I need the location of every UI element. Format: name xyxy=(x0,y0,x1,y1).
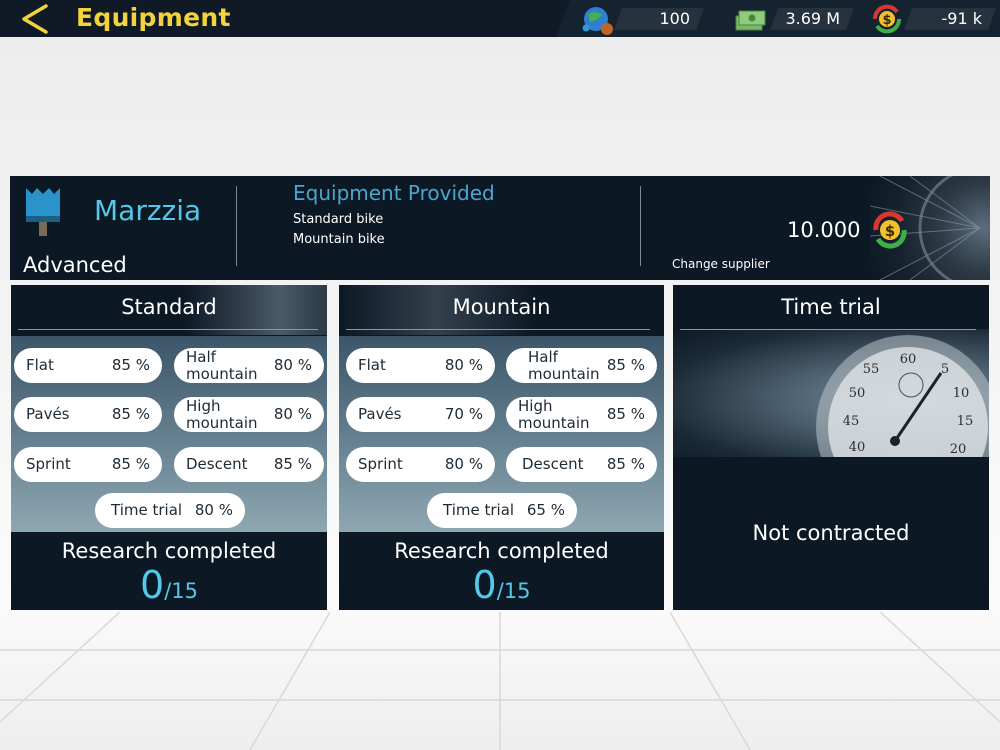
stat-paves: Pavés 70 % xyxy=(346,397,495,432)
supplier-name: Marzzia xyxy=(94,194,202,227)
equipment-provided-title: Equipment Provided xyxy=(293,181,495,205)
stat-sprint: Sprint 80 % xyxy=(346,447,495,482)
contract-status: Not contracted xyxy=(752,521,910,545)
stats-area: Flat 80 % Half mountain 85 % Pavés 70 % High… xyxy=(339,336,664,532)
supplier-cost: 10.000 xyxy=(787,218,861,242)
mountain-bike-card[interactable]: Mountain Flat 80 % Half mountain 85 % Pavés… xyxy=(339,285,664,610)
floor-background xyxy=(0,612,1000,750)
svg-text:10: 10 xyxy=(953,386,970,401)
svg-text:$: $ xyxy=(882,13,891,28)
stat-half-mountain: Half mountain 80 % xyxy=(174,348,324,383)
stat-high-mountain: High mountain 80 % xyxy=(174,397,324,432)
svg-text:55: 55 xyxy=(863,362,880,377)
divider xyxy=(18,329,318,330)
divider xyxy=(346,329,650,330)
globe-icon xyxy=(580,2,614,36)
card-title: Mountain xyxy=(452,295,551,319)
stopwatch-photo: 60 5 10 15 20 55 50 45 40 xyxy=(673,329,989,519)
card-title: Time trial xyxy=(781,295,881,319)
time-trial-bike-card[interactable]: 60 5 10 15 20 55 50 45 40 Time trial Not contr… xyxy=(673,285,989,610)
change-supplier-button[interactable]: $ xyxy=(870,210,910,250)
supplier-level: Advanced xyxy=(23,253,127,277)
equipment-item: Mountain bike xyxy=(293,232,385,247)
stat-descent: Descent 85 % xyxy=(506,447,657,482)
stat-high-mountain: High mountain 85 % xyxy=(506,397,657,432)
svg-text:45: 45 xyxy=(843,414,860,429)
svg-text:5: 5 xyxy=(941,362,949,377)
stat-time-trial: Time trial 80 % xyxy=(95,493,245,528)
equipment-item: Standard bike xyxy=(293,212,384,227)
change-supplier-label: Change supplier xyxy=(672,257,770,271)
divider xyxy=(680,329,976,330)
stat-descent: Descent 85 % xyxy=(174,447,324,482)
stat-sprint: Sprint 85 % xyxy=(14,447,162,482)
top-bar: Equipment 100 3.69 M $ -91 k xyxy=(0,0,1000,37)
divider xyxy=(640,186,641,266)
supplier-logo-icon xyxy=(24,186,62,238)
stat-half-mountain: Half mountain 85 % xyxy=(506,348,657,383)
cash-stack-icon xyxy=(734,2,768,36)
stat-time-trial: Time trial 65 % xyxy=(427,493,577,528)
svg-text:20: 20 xyxy=(950,442,967,457)
money-counter: 3.69 M xyxy=(770,8,854,30)
balance-counter: -91 k xyxy=(904,8,996,30)
research-count: 0/15 xyxy=(472,563,531,607)
svg-text:50: 50 xyxy=(849,386,866,401)
supplier-panel: Marzzia Advanced Equipment Provided Stan… xyxy=(10,176,990,280)
back-arrow-icon[interactable] xyxy=(18,4,52,34)
research-label: Research completed xyxy=(61,539,277,563)
divider xyxy=(236,186,237,266)
research-label: Research completed xyxy=(394,539,609,563)
stopwatch-icon: 60 5 10 15 20 55 50 45 40 xyxy=(816,335,989,519)
stat-flat: Flat 85 % xyxy=(14,348,162,383)
stat-flat: Flat 80 % xyxy=(346,348,495,383)
svg-text:$: $ xyxy=(885,222,895,240)
svg-text:40: 40 xyxy=(849,440,866,455)
page-title: Equipment xyxy=(76,3,231,32)
svg-text:15: 15 xyxy=(957,414,974,429)
stats-area: Flat 85 % Half mountain 80 % Pavés 85 % High… xyxy=(11,336,327,532)
svg-text:60: 60 xyxy=(900,352,917,367)
balance-dollar-icon: $ xyxy=(873,211,907,249)
research-count: 0/15 xyxy=(140,563,198,607)
balance-dollar-icon: $ xyxy=(870,2,904,36)
stat-paves: Pavés 85 % xyxy=(14,397,162,432)
standard-bike-card[interactable]: Standard Flat 85 % Half mountain 80 % Pavés… xyxy=(11,285,327,610)
card-title: Standard xyxy=(121,295,217,319)
points-counter: 100 xyxy=(614,8,704,30)
